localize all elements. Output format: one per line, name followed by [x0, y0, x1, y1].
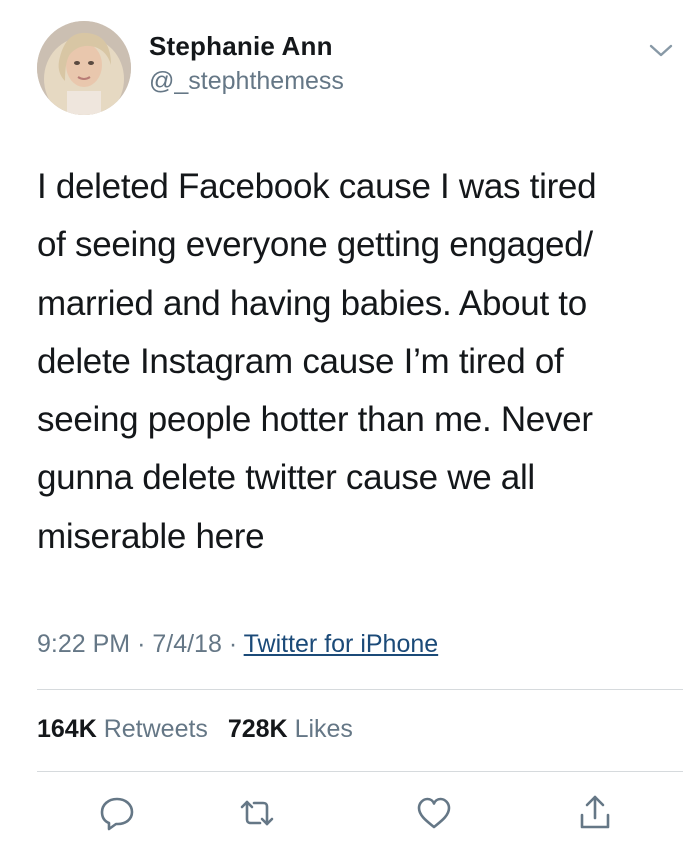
reply-button[interactable]	[97, 793, 137, 833]
meta-separator: ·	[137, 630, 146, 658]
divider	[37, 689, 683, 690]
like-button[interactable]	[414, 793, 454, 833]
retweet-icon	[240, 800, 274, 826]
share-icon	[580, 795, 610, 829]
tweet-card: Stephanie Ann @_stephthemess I deleted F…	[0, 0, 700, 846]
likes-label[interactable]: Likes	[295, 715, 353, 743]
tweet-stats: 164K Retweets 728K Likes	[37, 715, 353, 744]
avatar-photo	[37, 21, 131, 115]
tweet-meta: 9:22 PM · 7/4/18 · Twitter for iPhone	[37, 630, 438, 659]
author-handle[interactable]: @_stephthemess	[149, 67, 344, 96]
divider	[37, 771, 683, 772]
reply-icon	[100, 797, 134, 831]
tweet-text: I deleted Facebook cause I was tired of …	[37, 167, 597, 556]
avatar[interactable]	[37, 21, 131, 115]
author-name[interactable]: Stephanie Ann	[149, 31, 333, 62]
retweets-count[interactable]: 164K	[37, 715, 97, 743]
likes-count[interactable]: 728K	[228, 715, 288, 743]
tweet-time: 9:22 PM	[37, 630, 131, 658]
tweet-date: 7/4/18	[152, 630, 222, 658]
retweets-label[interactable]: Retweets	[104, 715, 208, 743]
like-icon	[417, 797, 451, 829]
retweet-button[interactable]	[237, 793, 277, 833]
meta-separator: ·	[228, 630, 238, 658]
chevron-down-icon[interactable]	[648, 40, 674, 60]
share-button[interactable]	[575, 793, 615, 833]
tweet-source-link[interactable]: Twitter for iPhone	[244, 630, 439, 658]
